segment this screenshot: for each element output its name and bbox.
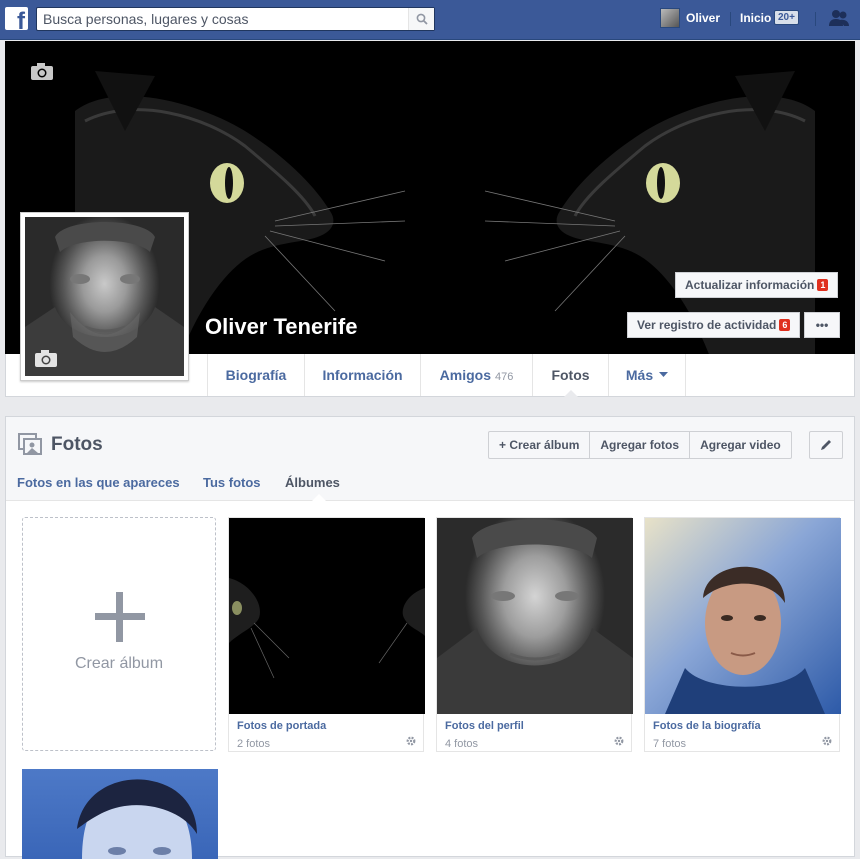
nav-user-name[interactable]: Oliver xyxy=(686,11,720,25)
profile-picture[interactable] xyxy=(20,212,189,381)
search-box xyxy=(36,7,435,31)
tab-fotos[interactable]: Fotos xyxy=(532,354,608,397)
gear-icon[interactable] xyxy=(822,736,832,746)
album-thumbnail[interactable] xyxy=(645,518,841,714)
tab-label: Más xyxy=(625,367,654,383)
nav-separator xyxy=(815,12,816,26)
photos-title: Fotos xyxy=(51,434,103,455)
update-info-badge: 1 xyxy=(817,279,829,291)
nav-avatar[interactable] xyxy=(660,8,680,28)
add-video-button[interactable]: Agregar video xyxy=(689,432,791,458)
album-card[interactable]: Fotos de portada 2 fotos xyxy=(228,517,425,752)
camera-icon[interactable] xyxy=(31,63,53,80)
tab-biografia[interactable]: Biografía xyxy=(207,354,304,396)
activity-log-label: Ver registro de actividad xyxy=(637,318,777,332)
top-bar: f Oliver Inicio 20+ xyxy=(0,0,860,40)
profile-name[interactable]: Oliver Tenerife xyxy=(205,314,357,340)
album-card[interactable]: Fotos del perfil 4 fotos xyxy=(436,517,633,752)
gear-icon[interactable] xyxy=(406,736,416,746)
tab-amigos[interactable]: Amigos 476 xyxy=(420,354,532,396)
subtab-albums[interactable]: Álbumes xyxy=(285,475,340,490)
subtab-photos-of-you[interactable]: Fotos en las que apareces xyxy=(17,475,180,490)
album-thumbnail[interactable] xyxy=(229,518,425,714)
more-options-label: ••• xyxy=(815,318,829,332)
tab-label: Información xyxy=(322,367,403,383)
search-button[interactable] xyxy=(408,8,434,30)
album-title[interactable]: Fotos del perfil xyxy=(445,720,524,732)
activity-log-button[interactable]: Ver registro de actividad 6 xyxy=(627,312,801,338)
album-title[interactable]: Fotos de la biografía xyxy=(653,720,761,732)
tab-label: Biografía xyxy=(225,367,287,383)
home-count-badge: 20+ xyxy=(774,10,799,25)
activity-log-badge: 6 xyxy=(779,319,791,331)
search-input[interactable] xyxy=(37,8,407,30)
photos-icon xyxy=(18,433,42,455)
album-photo-count: 2 fotos xyxy=(237,738,271,750)
tab-informacion[interactable]: Información xyxy=(304,354,420,396)
active-subtab-indicator xyxy=(312,494,326,501)
profile-photo-image xyxy=(25,217,184,376)
more-options-button[interactable]: ••• xyxy=(804,312,840,338)
pencil-icon xyxy=(821,440,831,450)
tab-label: Fotos xyxy=(551,367,590,383)
create-album-card-label: Crear álbum xyxy=(74,655,164,672)
subtab-your-photos[interactable]: Tus fotos xyxy=(203,475,261,490)
friends-count: 476 xyxy=(494,371,514,383)
facebook-logo[interactable]: f xyxy=(5,7,28,30)
camera-icon[interactable] xyxy=(35,350,57,367)
friend-requests-icon[interactable] xyxy=(828,9,850,27)
photos-action-group: + Crear álbum Agregar fotos Agregar vide… xyxy=(488,431,792,459)
album-photo-count: 7 fotos xyxy=(653,738,687,750)
photos-panel: Fotos + Crear álbum Agregar fotos Agrega… xyxy=(5,416,855,859)
update-info-label: Actualizar información xyxy=(685,278,815,292)
album-thumbnail[interactable] xyxy=(437,518,633,714)
tab-mas[interactable]: Más xyxy=(608,354,686,396)
gear-icon[interactable] xyxy=(614,736,624,746)
search-icon xyxy=(416,13,428,25)
album-title[interactable]: Fotos de portada xyxy=(237,720,326,732)
album-card[interactable]: Fotos de la biografía 7 fotos xyxy=(644,517,841,752)
chevron-down-icon xyxy=(659,372,669,377)
nav-separator xyxy=(730,12,731,26)
edit-button[interactable] xyxy=(809,431,843,459)
create-album-button[interactable]: + Crear álbum xyxy=(489,432,589,458)
album-photo-count: 4 fotos xyxy=(445,738,479,750)
photos-panel-header: Fotos + Crear álbum Agregar fotos Agrega… xyxy=(6,417,854,501)
tab-label: Amigos xyxy=(439,367,491,383)
plus-icon xyxy=(95,592,145,642)
add-photos-button[interactable]: Agregar fotos xyxy=(589,432,689,458)
create-album-card[interactable]: Crear álbum xyxy=(22,517,216,751)
nav-home-link[interactable]: Inicio xyxy=(740,11,771,25)
album-thumbnail[interactable] xyxy=(22,769,218,859)
update-info-button[interactable]: Actualizar información 1 xyxy=(675,272,839,298)
